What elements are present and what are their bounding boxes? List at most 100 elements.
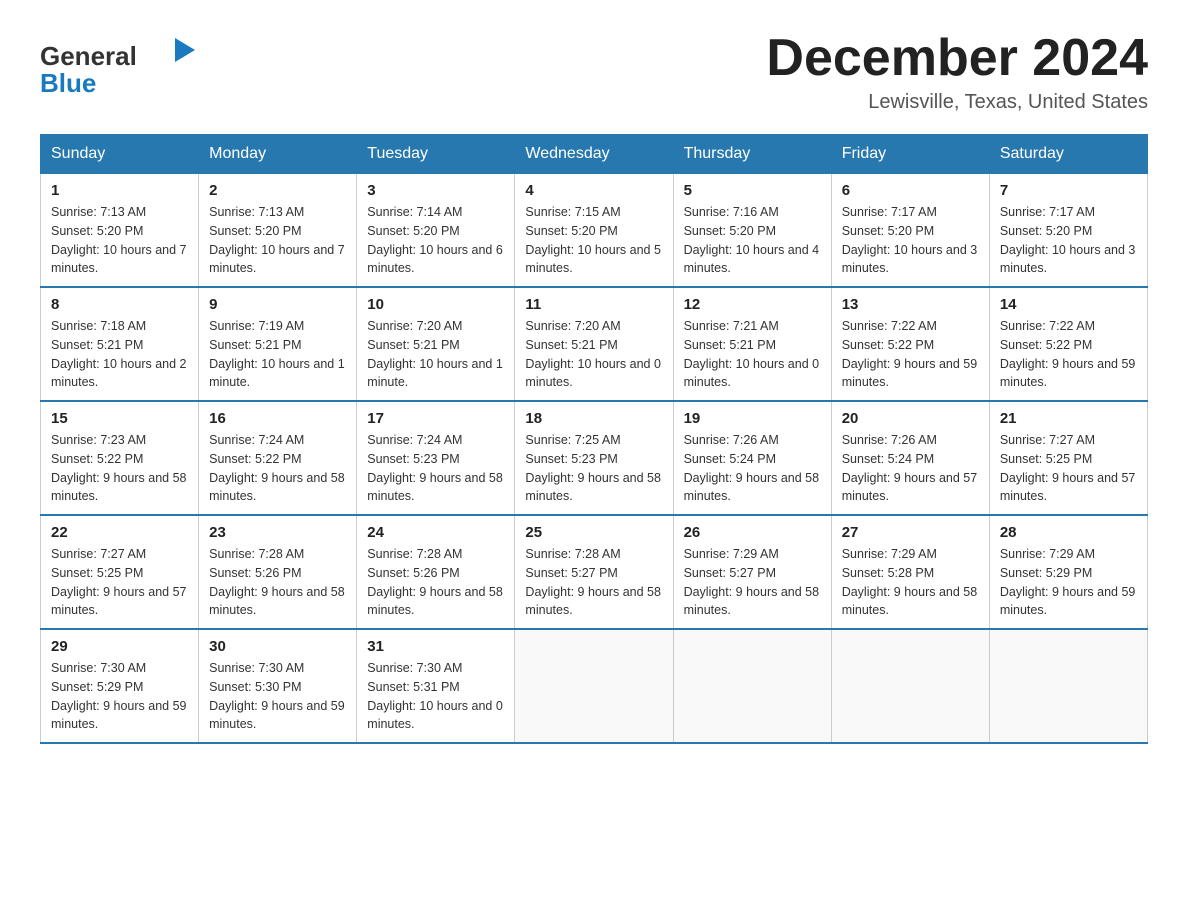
calendar-cell: 23Sunrise: 7:28 AMSunset: 5:26 PMDayligh… [199,515,357,629]
day-number: 8 [51,296,188,313]
calendar-cell: 17 Sunrise: 7:24 AMSunset: 5:23 PMDayligh… [357,401,515,515]
day-info: Sunrise: 7:25 AMSunset: 5:23 PMDaylight:… [525,431,662,506]
weekday-header-tuesday: Tuesday [357,135,515,174]
day-info: Sunrise: 7:29 AMSunset: 5:28 PMDaylight:… [842,545,979,620]
day-info: Sunrise: 7:21 AMSunset: 5:21 PMDaylight:… [684,317,821,392]
day-number: 27 [842,524,979,541]
day-number: 28 [1000,524,1137,541]
calendar-cell: 9 Sunrise: 7:19 AMSunset: 5:21 PMDaylight… [199,287,357,401]
calendar-cell: 5 Sunrise: 7:16 AMSunset: 5:20 PMDaylight… [673,174,831,288]
calendar-cell: 19Sunrise: 7:26 AMSunset: 5:24 PMDayligh… [673,401,831,515]
title-area: December 2024 Lewisville, Texas, United … [766,30,1148,114]
calendar-cell: 2 Sunrise: 7:13 AMSunset: 5:20 PMDaylight… [199,174,357,288]
calendar-cell: 1 Sunrise: 7:13 AMSunset: 5:20 PMDaylight… [41,174,199,288]
day-number: 22 [51,524,188,541]
weekday-header-wednesday: Wednesday [515,135,673,174]
day-number: 16 [209,410,346,427]
day-info: Sunrise: 7:13 AMSunset: 5:20 PMDaylight:… [51,203,188,278]
day-info: Sunrise: 7:24 AMSunset: 5:22 PMDaylight:… [209,431,346,506]
calendar-cell: 6 Sunrise: 7:17 AMSunset: 5:20 PMDaylight… [831,174,989,288]
calendar-cell: 4 Sunrise: 7:15 AMSunset: 5:20 PMDaylight… [515,174,673,288]
calendar-cell: 22 Sunrise: 7:27 AMSunset: 5:25 PMDayligh… [41,515,199,629]
calendar-cell: 11 Sunrise: 7:20 AMSunset: 5:21 PMDayligh… [515,287,673,401]
calendar-cell: 8Sunrise: 7:18 AMSunset: 5:21 PMDaylight… [41,287,199,401]
day-info: Sunrise: 7:20 AMSunset: 5:21 PMDaylight:… [525,317,662,392]
calendar-cell: 13 Sunrise: 7:22 AMSunset: 5:22 PMDayligh… [831,287,989,401]
calendar-cell [989,629,1147,743]
calendar-cell: 26Sunrise: 7:29 AMSunset: 5:27 PMDayligh… [673,515,831,629]
weekday-header-saturday: Saturday [989,135,1147,174]
day-number: 29 [51,638,188,655]
day-number: 11 [525,296,662,313]
day-number: 3 [367,182,504,199]
day-info: Sunrise: 7:26 AMSunset: 5:24 PMDaylight:… [842,431,979,506]
calendar-cell [831,629,989,743]
day-number: 31 [367,638,504,655]
day-number: 19 [684,410,821,427]
day-number: 4 [525,182,662,199]
day-info: Sunrise: 7:20 AMSunset: 5:21 PMDaylight:… [367,317,504,392]
week-row-5: 29Sunrise: 7:30 AMSunset: 5:29 PMDayligh… [41,629,1148,743]
day-info: Sunrise: 7:17 AMSunset: 5:20 PMDaylight:… [842,203,979,278]
day-info: Sunrise: 7:22 AMSunset: 5:22 PMDaylight:… [842,317,979,392]
day-number: 9 [209,296,346,313]
page-header: General Blue December 2024 Lewisville, T… [40,30,1148,114]
calendar-cell: 27 Sunrise: 7:29 AMSunset: 5:28 PMDayligh… [831,515,989,629]
week-row-1: 1 Sunrise: 7:13 AMSunset: 5:20 PMDaylight… [41,174,1148,288]
calendar-cell: 18 Sunrise: 7:25 AMSunset: 5:23 PMDayligh… [515,401,673,515]
day-number: 21 [1000,410,1137,427]
calendar-cell: 15Sunrise: 7:23 AMSunset: 5:22 PMDayligh… [41,401,199,515]
weekday-header-sunday: Sunday [41,135,199,174]
day-info: Sunrise: 7:28 AMSunset: 5:26 PMDaylight:… [367,545,504,620]
day-info: Sunrise: 7:30 AMSunset: 5:31 PMDaylight:… [367,659,504,734]
logo: General Blue [40,30,200,105]
day-number: 12 [684,296,821,313]
calendar-cell: 24 Sunrise: 7:28 AMSunset: 5:26 PMDayligh… [357,515,515,629]
day-info: Sunrise: 7:14 AMSunset: 5:20 PMDaylight:… [367,203,504,278]
day-number: 30 [209,638,346,655]
day-info: Sunrise: 7:29 AMSunset: 5:29 PMDaylight:… [1000,545,1137,620]
calendar-cell: 31 Sunrise: 7:30 AMSunset: 5:31 PMDayligh… [357,629,515,743]
day-number: 6 [842,182,979,199]
calendar-cell: 14 Sunrise: 7:22 AMSunset: 5:22 PMDayligh… [989,287,1147,401]
calendar-cell: 20 Sunrise: 7:26 AMSunset: 5:24 PMDayligh… [831,401,989,515]
calendar-cell: 3 Sunrise: 7:14 AMSunset: 5:20 PMDaylight… [357,174,515,288]
day-info: Sunrise: 7:22 AMSunset: 5:22 PMDaylight:… [1000,317,1137,392]
day-number: 18 [525,410,662,427]
day-info: Sunrise: 7:30 AMSunset: 5:30 PMDaylight:… [209,659,346,734]
day-info: Sunrise: 7:19 AMSunset: 5:21 PMDaylight:… [209,317,346,392]
calendar-cell: 21Sunrise: 7:27 AMSunset: 5:25 PMDayligh… [989,401,1147,515]
week-row-4: 22 Sunrise: 7:27 AMSunset: 5:25 PMDayligh… [41,515,1148,629]
calendar-cell: 29Sunrise: 7:30 AMSunset: 5:29 PMDayligh… [41,629,199,743]
week-row-3: 15Sunrise: 7:23 AMSunset: 5:22 PMDayligh… [41,401,1148,515]
day-number: 23 [209,524,346,541]
day-info: Sunrise: 7:24 AMSunset: 5:23 PMDaylight:… [367,431,504,506]
day-info: Sunrise: 7:13 AMSunset: 5:20 PMDaylight:… [209,203,346,278]
day-number: 15 [51,410,188,427]
calendar-cell: 25Sunrise: 7:28 AMSunset: 5:27 PMDayligh… [515,515,673,629]
day-number: 14 [1000,296,1137,313]
month-title: December 2024 [766,30,1148,87]
weekday-header-row: SundayMondayTuesdayWednesdayThursdayFrid… [41,135,1148,174]
calendar-cell [515,629,673,743]
weekday-header-thursday: Thursday [673,135,831,174]
day-number: 1 [51,182,188,199]
day-number: 10 [367,296,504,313]
day-number: 2 [209,182,346,199]
weekday-header-friday: Friday [831,135,989,174]
day-info: Sunrise: 7:15 AMSunset: 5:20 PMDaylight:… [525,203,662,278]
calendar-cell: 10 Sunrise: 7:20 AMSunset: 5:21 PMDayligh… [357,287,515,401]
day-info: Sunrise: 7:16 AMSunset: 5:20 PMDaylight:… [684,203,821,278]
svg-text:General: General [40,41,137,71]
day-number: 17 [367,410,504,427]
day-info: Sunrise: 7:27 AMSunset: 5:25 PMDaylight:… [51,545,188,620]
location-text: Lewisville, Texas, United States [766,91,1148,114]
day-info: Sunrise: 7:29 AMSunset: 5:27 PMDaylight:… [684,545,821,620]
day-info: Sunrise: 7:28 AMSunset: 5:27 PMDaylight:… [525,545,662,620]
day-number: 7 [1000,182,1137,199]
day-number: 5 [684,182,821,199]
day-number: 20 [842,410,979,427]
calendar-cell [673,629,831,743]
day-number: 24 [367,524,504,541]
day-number: 13 [842,296,979,313]
